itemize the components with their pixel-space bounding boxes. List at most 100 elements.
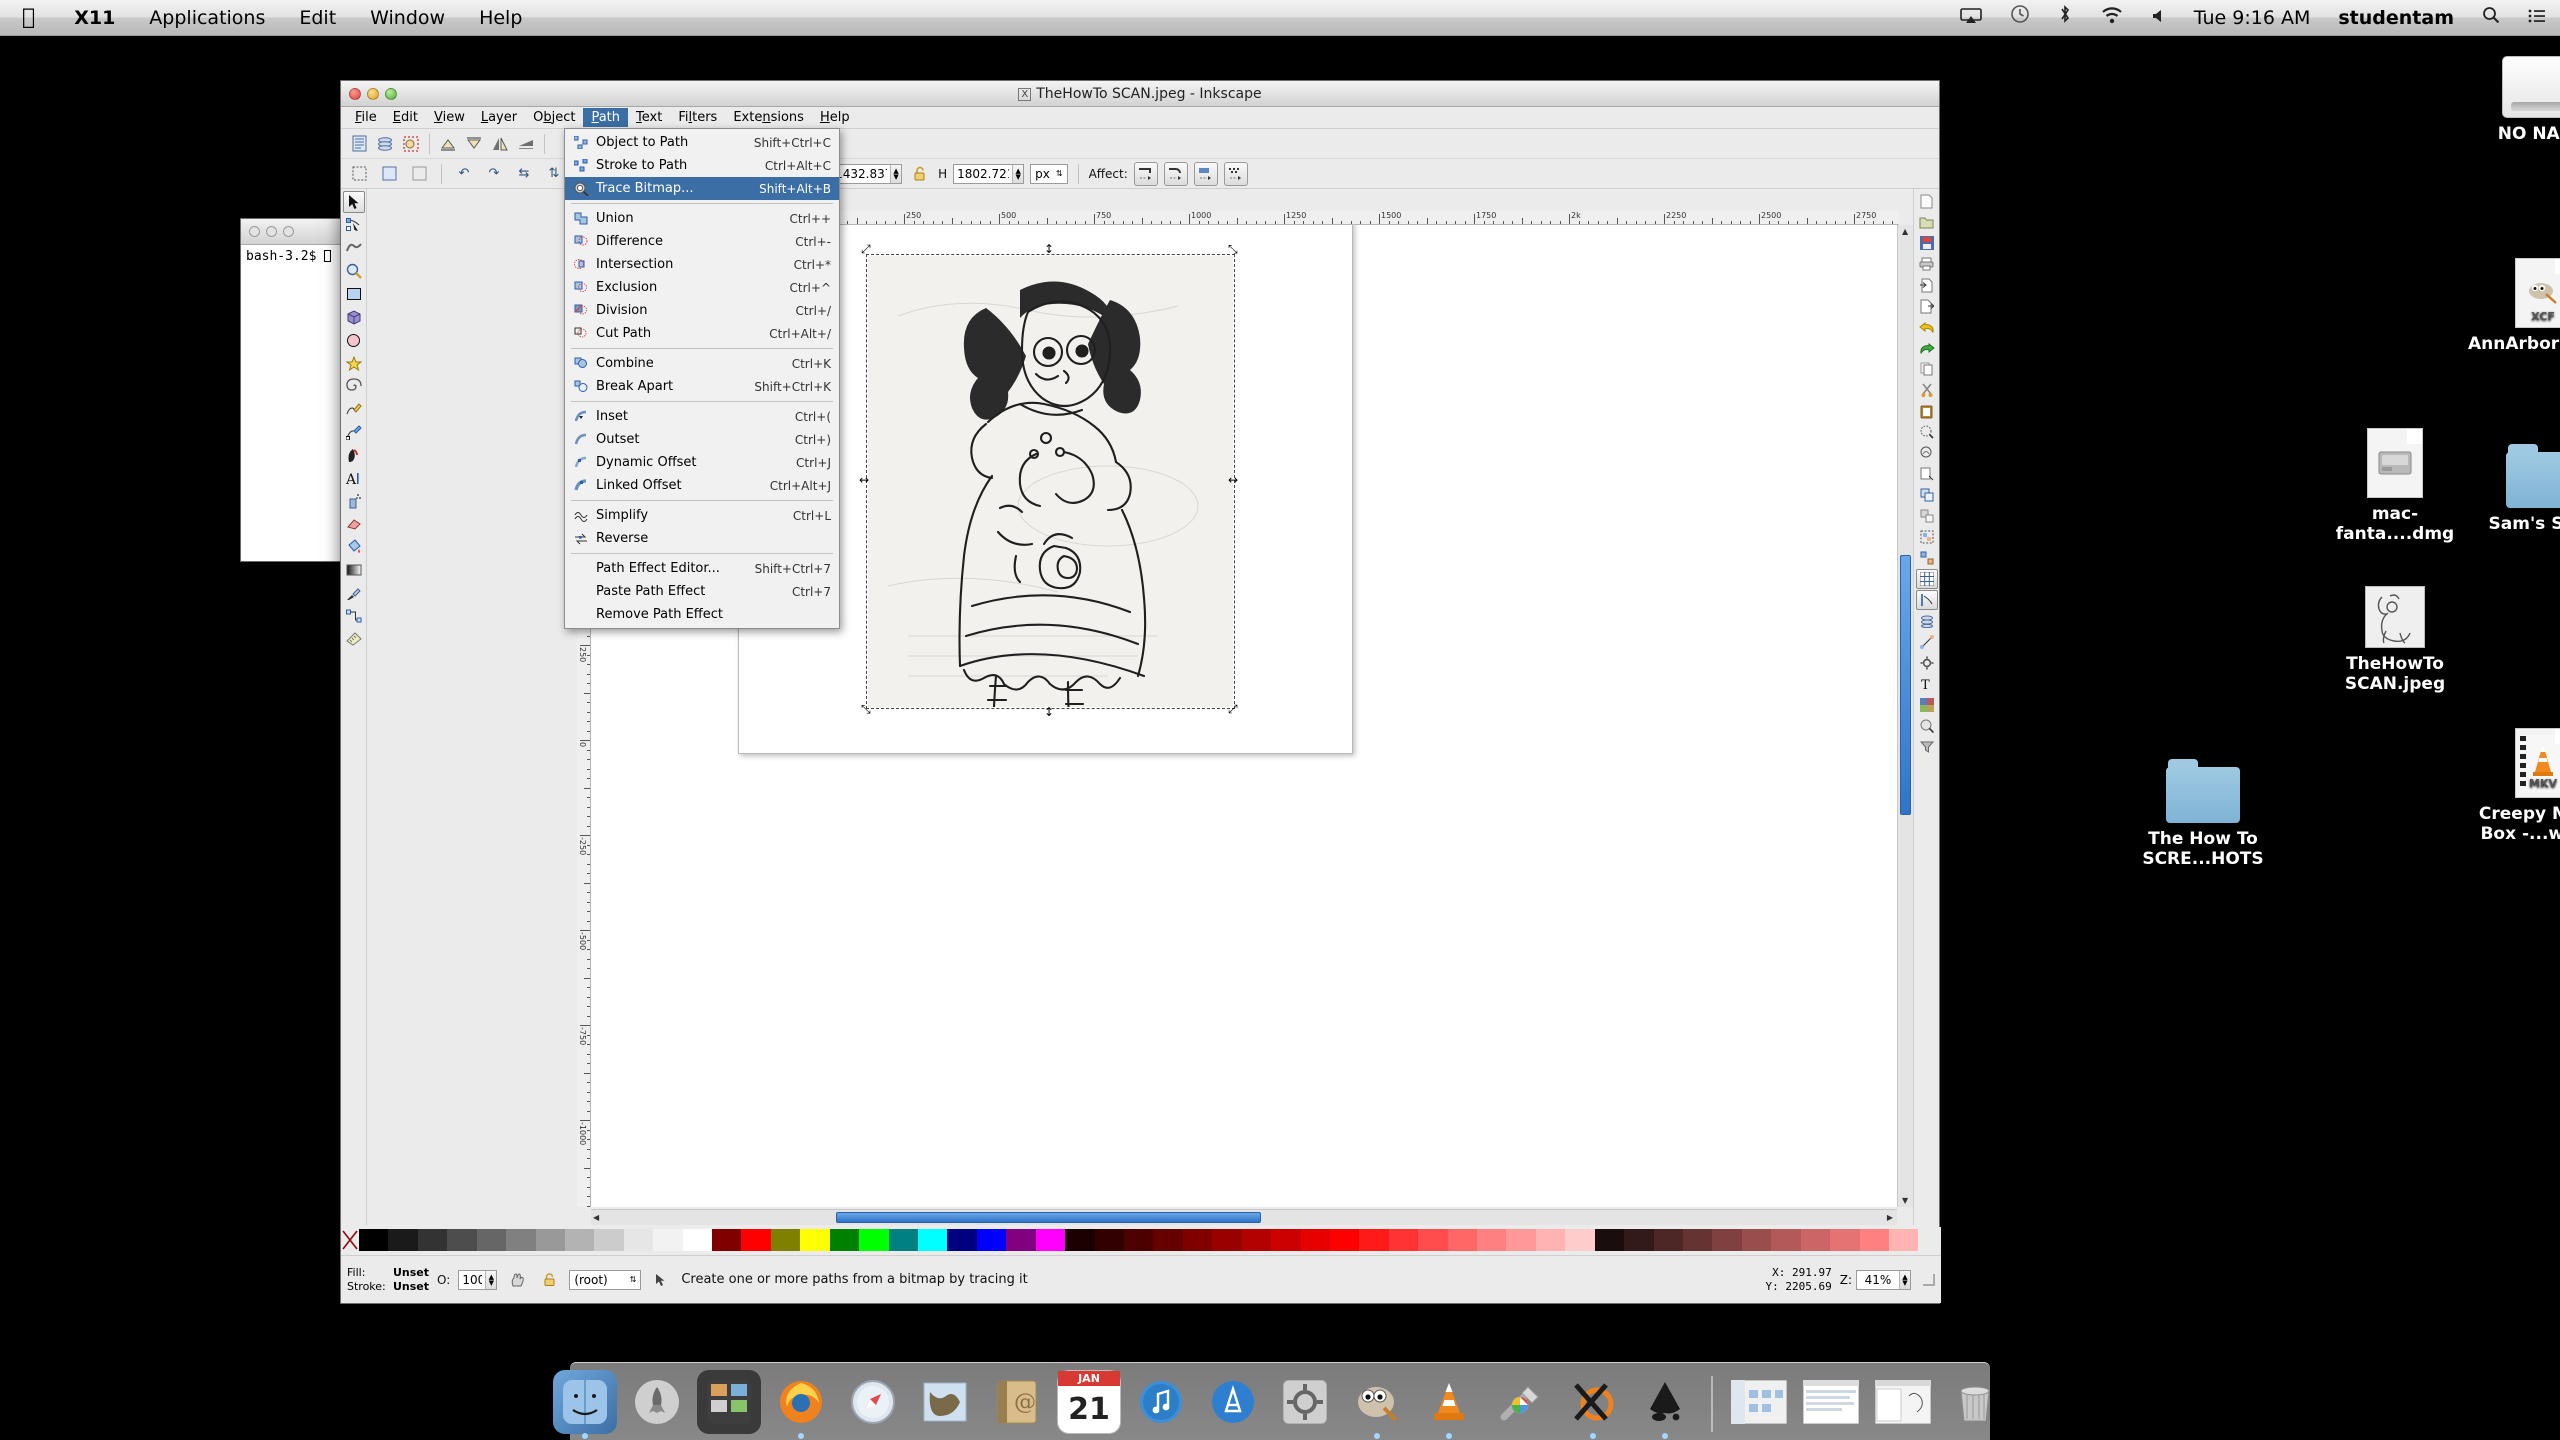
zoom-selection-icon[interactable]: [1916, 422, 1938, 442]
scroll-up-icon[interactable]: ▲: [1902, 227, 1908, 236]
swatches-dialog-icon[interactable]: [1916, 695, 1938, 715]
selection-handle-e[interactable]: ↔: [1228, 474, 1238, 486]
selection-handle-s[interactable]: ↕: [1044, 706, 1054, 718]
palette-swatch[interactable]: [1565, 1229, 1595, 1251]
palette-swatch[interactable]: [1712, 1229, 1742, 1251]
palette-swatch[interactable]: [1830, 1229, 1860, 1251]
firefox-icon[interactable]: [769, 1370, 833, 1439]
hscroll-thumb[interactable]: [836, 1212, 1261, 1223]
calendar-icon[interactable]: JAN 21: [1057, 1370, 1121, 1434]
w-stepper[interactable]: ▲ ▼: [890, 164, 902, 183]
affect-patterns-icon[interactable]: [1223, 161, 1248, 186]
menu-object[interactable]: Object: [525, 108, 583, 127]
print-document-icon[interactable]: [1916, 254, 1938, 274]
flip-vertical-icon[interactable]: [514, 132, 538, 156]
redo-icon[interactable]: [1916, 338, 1938, 358]
align-dialog-icon[interactable]: [1915, 590, 1938, 610]
rotate-90-ccw-icon[interactable]: ↶: [452, 162, 476, 186]
copy-icon[interactable]: [1916, 359, 1938, 379]
open-document-icon[interactable]: [1916, 212, 1938, 232]
volume-icon[interactable]: [2138, 0, 2180, 36]
unit-select[interactable]: px ⇅: [1030, 163, 1068, 184]
bucket-tool[interactable]: [343, 536, 365, 558]
clone-icon[interactable]: [1916, 506, 1938, 526]
zoom-page-icon[interactable]: [1916, 464, 1938, 484]
path-menu-item-object-to-path[interactable]: Object to Path Shift+Ctrl+C: [565, 131, 839, 154]
palette-swatch[interactable]: [594, 1229, 624, 1251]
color-palette[interactable]: [341, 1227, 1941, 1255]
paste-icon[interactable]: [1916, 401, 1938, 421]
transform-dialog-icon[interactable]: [1916, 632, 1938, 652]
launchpad-icon[interactable]: [625, 1370, 689, 1434]
apple-menu-icon[interactable]: : [0, 0, 57, 36]
gradient-tool[interactable]: [343, 559, 365, 581]
palette-swatch[interactable]: [888, 1229, 919, 1251]
system-preferences-icon[interactable]: [1273, 1370, 1337, 1434]
menu-item-window[interactable]: Window: [353, 0, 462, 36]
no-color-swatch[interactable]: [341, 1229, 359, 1251]
lock-open-icon[interactable]: [908, 162, 932, 186]
path-menu-item-break-apart[interactable]: Break Apart Shift+Ctrl+K: [565, 375, 839, 398]
airplay-icon[interactable]: [1946, 0, 1996, 36]
wifi-icon[interactable]: [2086, 0, 2138, 36]
finder-window-min[interactable]: [1727, 1370, 1791, 1434]
palette-swatch[interactable]: [653, 1229, 683, 1251]
path-menu-item-combine[interactable]: Combine Ctrl+K: [565, 352, 839, 375]
contacts-icon[interactable]: @: [985, 1370, 1049, 1434]
palette-swatch[interactable]: [1271, 1229, 1301, 1251]
palette-swatch[interactable]: [1741, 1229, 1772, 1251]
palette-swatch[interactable]: [741, 1229, 771, 1251]
text-tool[interactable]: A: [343, 467, 365, 489]
gimp-icon[interactable]: [1345, 1370, 1409, 1439]
inkscape-window-min[interactable]: [1871, 1370, 1935, 1434]
scroll-left-icon[interactable]: ◀: [593, 1213, 599, 1222]
measure-tool[interactable]: [343, 628, 365, 650]
path-menu-item-division[interactable]: Division Ctrl+/: [565, 299, 839, 322]
desktop-icon-mac-fanta-dmg[interactable]: mac-fanta....dmg: [2320, 420, 2470, 544]
palette-swatch[interactable]: [770, 1229, 801, 1251]
palette-swatch[interactable]: [1035, 1229, 1066, 1251]
path-menu-item-stroke-to-path[interactable]: Stroke to Path Ctrl+Alt+C: [565, 154, 839, 177]
minimize-icon[interactable]: [266, 226, 277, 237]
palette-swatch[interactable]: [1300, 1229, 1330, 1251]
menu-help[interactable]: Help: [812, 108, 858, 127]
path-dropdown-menu[interactable]: Object to Path Shift+Ctrl+C Stroke to Path…: [564, 128, 840, 629]
selection-bounding-box[interactable]: [866, 254, 1235, 709]
palette-swatch[interactable]: [1594, 1229, 1625, 1251]
select-all-icon[interactable]: [347, 162, 371, 186]
selection-bbox-icon[interactable]: [399, 132, 423, 156]
selection-handle-w[interactable]: ↔: [859, 474, 869, 486]
menu-view[interactable]: View: [426, 108, 473, 127]
palette-swatch[interactable]: [976, 1229, 1007, 1251]
scroll-right-icon[interactable]: ▶: [1887, 1213, 1893, 1222]
menu-file[interactable]: File: [347, 108, 385, 127]
flip-h-icon[interactable]: ⇆: [512, 162, 536, 186]
palette-swatch[interactable]: [859, 1229, 889, 1251]
path-menu-item-paste-path-effect[interactable]: Paste Path Effect Ctrl+7: [565, 580, 839, 603]
palette-swatch[interactable]: [1153, 1229, 1183, 1251]
notification-center-icon[interactable]: [2514, 0, 2560, 36]
safari-icon[interactable]: [841, 1370, 905, 1434]
palette-swatch[interactable]: [476, 1229, 507, 1251]
finder-icon[interactable]: [553, 1370, 617, 1439]
palette-swatch[interactable]: [388, 1229, 418, 1251]
path-menu-item-inset[interactable]: Inset Ctrl+(: [565, 405, 839, 428]
opacity-field[interactable]: ▲▼: [458, 1269, 498, 1290]
preferences-icon[interactable]: [1916, 653, 1938, 673]
document-properties-icon[interactable]: [347, 132, 371, 156]
menu-layer[interactable]: Layer: [473, 108, 525, 127]
h-stepper[interactable]: ▲ ▼: [1012, 164, 1024, 183]
mail-icon[interactable]: [913, 1370, 977, 1434]
affect-stroke-width-icon[interactable]: [1133, 161, 1158, 186]
menu-path[interactable]: Path: [583, 108, 629, 127]
path-menu-item-simplify[interactable]: Simplify Ctrl+L: [565, 504, 839, 527]
path-menu-item-path-effect-editor[interactable]: Path Effect Editor... Shift+Ctrl+7: [565, 557, 839, 580]
palette-swatch[interactable]: [1771, 1229, 1801, 1251]
palette-swatch[interactable]: [1094, 1229, 1124, 1251]
palette-swatch[interactable]: [1859, 1229, 1889, 1251]
palette-swatch[interactable]: [1006, 1229, 1036, 1251]
path-menu-item-exclusion[interactable]: Exclusion Ctrl+^: [565, 276, 839, 299]
rectangle-tool[interactable]: [343, 283, 365, 305]
palette-swatch[interactable]: [1212, 1229, 1242, 1251]
resize-grip[interactable]: [1923, 1273, 1935, 1286]
